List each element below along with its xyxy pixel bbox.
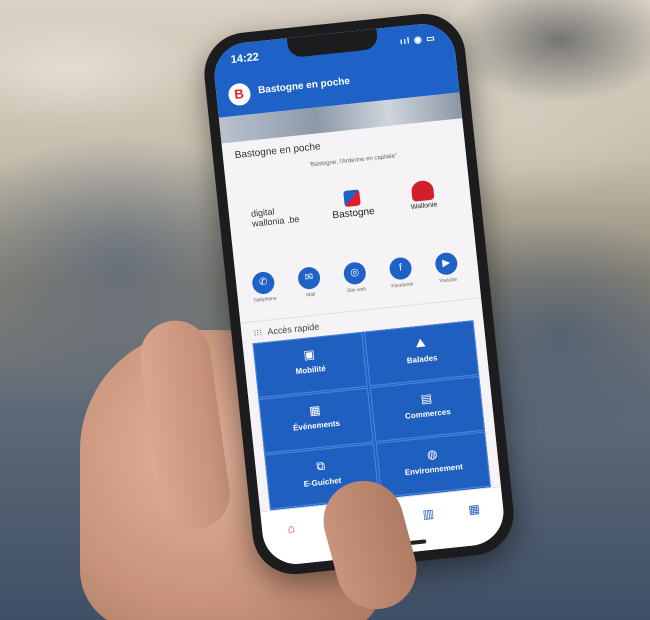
tile-evenements[interactable]: ▦ Événements (258, 387, 374, 454)
phone-icon: ✆ (251, 270, 276, 296)
globe-icon: ◎ (342, 261, 367, 286)
map-icon[interactable]: ▥ (413, 505, 444, 522)
contact-phone-label: Téléphone (253, 295, 278, 305)
rooster-icon (410, 179, 435, 202)
contact-website-label: Site web (346, 286, 367, 295)
tile-commerces[interactable]: ▤ Commerces (369, 375, 485, 443)
photo-scene: 14:22 ııl ◉ ▭ Bastogne en poche Bastogne… (0, 0, 650, 620)
wallonie-logo-text: Wallonie (410, 201, 438, 212)
partner-logos: digital wallonia .be Bastogne Wallonie (242, 177, 461, 259)
page-title: Bastogne en poche (234, 141, 322, 162)
facebook-icon: f (388, 256, 413, 281)
contact-website-button[interactable]: ◎ Site web (335, 260, 376, 295)
contact-facebook-button[interactable]: f Facebook (381, 256, 422, 291)
tile-environnement[interactable]: ◍ Environnement (375, 431, 491, 498)
bastogne-mark-icon (343, 189, 361, 208)
contact-youtube-button[interactable]: ▶ Youtube (426, 251, 467, 286)
grid-dots-icon: ⁝⁝⁝ (253, 327, 263, 339)
contact-mail-button[interactable]: ✉ Mail (289, 265, 330, 300)
mail-icon: ✉ (296, 266, 322, 291)
grid-icon[interactable]: ▦ (458, 501, 489, 518)
digital-wallonia-logo: digital wallonia .be (250, 206, 300, 229)
wallonie-logo: Wallonie (399, 178, 448, 212)
status-icons: ııl ◉ ▭ (399, 32, 437, 47)
bastogne-logo: Bastogne (321, 187, 384, 222)
app-title: Bastogne en poche (257, 75, 351, 97)
bastogne-logo-text: Bastogne (331, 205, 376, 222)
status-time: 14:22 (230, 51, 260, 67)
tile-balades[interactable]: ⛰ Balades (363, 320, 480, 387)
home-content: Bastogne en poche "Bastogne, l'Ardenne e… (221, 118, 501, 512)
quick-access-label: Accès rapide (266, 321, 320, 337)
contact-youtube-label: Youtube (438, 276, 458, 285)
tile-mobilite[interactable]: ▣ Mobilité (252, 331, 368, 399)
contact-phone-button[interactable]: ✆ Téléphone (243, 270, 284, 305)
contact-facebook-label: Facebook (391, 281, 414, 290)
contact-mail-label: Mail (305, 291, 316, 299)
home-icon[interactable]: ⌂ (275, 520, 306, 537)
youtube-icon: ▶ (434, 251, 459, 276)
app-logo-icon[interactable] (227, 82, 252, 107)
